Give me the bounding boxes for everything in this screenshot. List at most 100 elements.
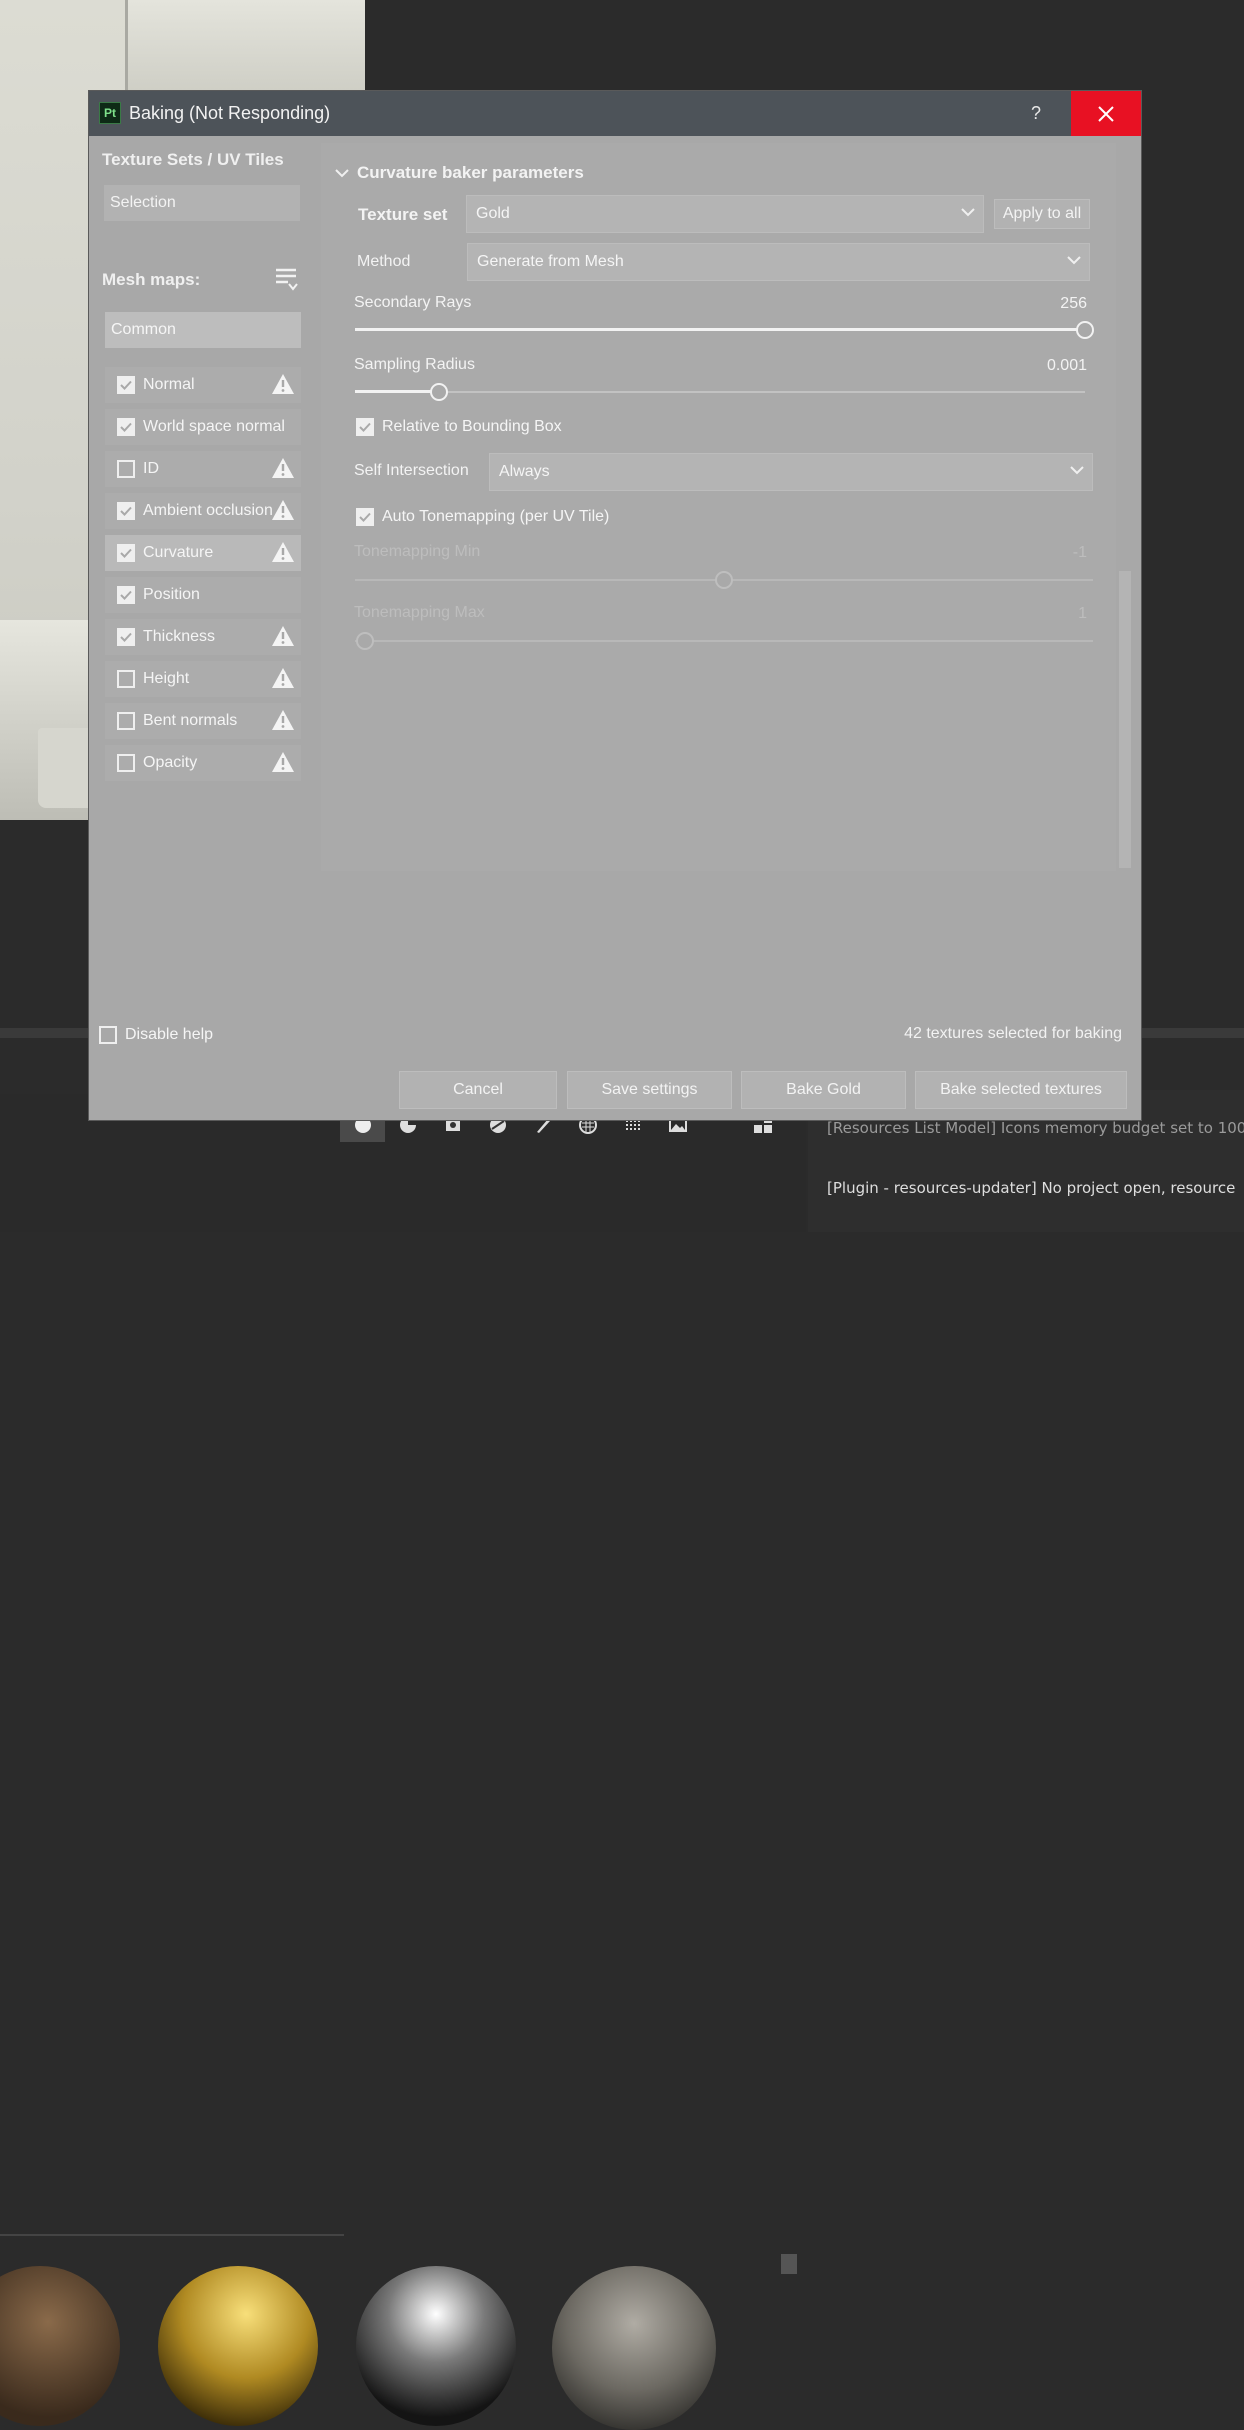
mesh-map-item[interactable]: Ambient occlusion — [105, 493, 301, 529]
help-button[interactable]: ? — [1001, 91, 1071, 136]
shelf-tab-line — [0, 2234, 344, 2236]
mesh-map-label: Height — [143, 670, 190, 687]
tonemapping-min-label: Tonemapping Min — [354, 543, 481, 560]
relative-bbox-row[interactable]: Relative to Bounding Box — [356, 418, 562, 436]
secondary-rays-slider-handle[interactable] — [1076, 321, 1094, 339]
curvature-params-header[interactable]: Curvature baker parameters — [335, 163, 584, 183]
secondary-rays-label: Secondary Rays — [354, 294, 472, 311]
mesh-map-checkbox[interactable] — [117, 460, 135, 478]
secondary-rays-slider-fill — [355, 328, 1085, 331]
parameters-panel: Curvature baker parameters Texture set G… — [321, 143, 1116, 871]
mesh-map-label: Bent normals — [143, 712, 238, 729]
mesh-map-item[interactable]: Curvature — [105, 535, 301, 571]
dialog-titlebar[interactable]: Pt Baking (Not Responding) ? — [89, 91, 1141, 136]
chevron-down-icon — [1067, 256, 1081, 265]
mesh-maps-heading: Mesh maps: — [102, 270, 201, 289]
material-preview-chrome[interactable] — [356, 2266, 516, 2426]
cancel-button[interactable]: Cancel — [399, 1071, 557, 1109]
mesh-map-label: Opacity — [143, 754, 198, 771]
log-line: [Resources List Model] Icons memory budg… — [827, 1119, 1244, 1137]
texture-set-label: Texture set — [358, 205, 448, 224]
warning-icon — [271, 373, 295, 399]
material-preview-stone[interactable] — [552, 2266, 716, 2430]
relative-bbox-label: Relative to Bounding Box — [382, 418, 562, 435]
warning-icon — [271, 709, 295, 735]
texture-sets-heading: Texture Sets / UV Tiles — [102, 150, 284, 169]
list-options-icon[interactable] — [274, 266, 300, 296]
close-button[interactable] — [1071, 91, 1141, 136]
material-preview-gold[interactable] — [158, 2266, 318, 2426]
disable-help-label: Disable help — [125, 1026, 214, 1043]
tonemapping-max-value: 1 — [1078, 605, 1087, 622]
mesh-map-item[interactable]: ID — [105, 451, 301, 487]
texture-set-value: Gold — [476, 205, 510, 222]
mesh-map-checkbox[interactable] — [117, 628, 135, 646]
tonemapping-max-slider-handle — [356, 632, 374, 650]
common-tab[interactable]: Common — [105, 312, 301, 348]
mesh-map-item[interactable]: World space normal — [105, 409, 301, 445]
self-intersection-label: Self Intersection — [354, 462, 469, 479]
selection-field[interactable]: Selection — [104, 185, 300, 221]
secondary-rays-value[interactable]: 256 — [981, 295, 1087, 313]
save-settings-button[interactable]: Save settings — [567, 1071, 732, 1109]
mesh-map-item[interactable]: Thickness — [105, 619, 301, 655]
warning-icon — [271, 457, 295, 483]
bake-selected-textures-button[interactable]: Bake selected textures — [915, 1071, 1127, 1109]
disable-help-checkbox[interactable] — [99, 1026, 117, 1044]
mesh-map-checkbox[interactable] — [117, 376, 135, 394]
self-intersection-value: Always — [499, 463, 550, 480]
material-preview-wood[interactable] — [0, 2266, 120, 2426]
painter-app-icon: Pt — [99, 102, 121, 124]
texture-set-dropdown[interactable]: Gold — [466, 195, 984, 233]
textures-selected-status: 42 textures selected for baking — [904, 1025, 1122, 1042]
chevron-down-icon — [335, 169, 349, 178]
curvature-params-title: Curvature baker parameters — [357, 163, 584, 182]
sampling-radius-slider-track[interactable] — [355, 391, 1085, 393]
warning-icon — [271, 625, 295, 651]
mesh-map-item[interactable]: Bent normals — [105, 703, 301, 739]
mesh-map-label: World space normal — [143, 418, 285, 435]
mesh-map-item[interactable]: Opacity — [105, 745, 301, 781]
parameters-scrollbar[interactable] — [1119, 571, 1131, 868]
warning-icon — [271, 499, 295, 525]
method-dropdown[interactable]: Generate from Mesh — [467, 243, 1090, 281]
warning-icon — [271, 541, 295, 567]
tonemapping-max-label: Tonemapping Max — [354, 604, 485, 621]
mesh-map-label: Ambient occlusion — [143, 502, 273, 519]
mesh-map-checkbox[interactable] — [117, 670, 135, 688]
mesh-map-checkbox[interactable] — [117, 586, 135, 604]
self-intersection-dropdown[interactable]: Always — [489, 453, 1093, 491]
apply-to-all-button[interactable]: Apply to all — [994, 199, 1090, 229]
mesh-map-item[interactable]: Height — [105, 661, 301, 697]
mesh-map-label: Thickness — [143, 628, 216, 645]
chevron-down-icon — [1070, 466, 1084, 475]
mesh-map-checkbox[interactable] — [117, 544, 135, 562]
close-icon — [1098, 105, 1114, 122]
mesh-map-checkbox[interactable] — [117, 502, 135, 520]
mesh-map-item[interactable]: Position — [105, 577, 301, 613]
disable-help-row[interactable]: Disable help — [99, 1026, 213, 1044]
shelf-scrollbar[interactable] — [781, 2254, 797, 2274]
3d-model-edge — [125, 0, 128, 90]
mesh-map-checkbox[interactable] — [117, 712, 135, 730]
warning-icon — [271, 667, 295, 693]
tonemapping-max-slider-track — [355, 640, 1093, 642]
baking-dialog: Pt Baking (Not Responding) ? Texture Set… — [89, 91, 1141, 1120]
mesh-map-label: Curvature — [143, 544, 214, 561]
mesh-map-item[interactable]: Normal — [105, 367, 301, 403]
method-label: Method — [357, 253, 411, 270]
sampling-radius-slider-handle[interactable] — [430, 383, 448, 401]
chevron-down-icon — [961, 208, 975, 217]
tonemapping-min-value: -1 — [1072, 544, 1087, 561]
sampling-radius-value[interactable]: 0.001 — [981, 357, 1087, 375]
mesh-map-label: Normal — [143, 376, 195, 393]
mesh-map-checkbox[interactable] — [117, 754, 135, 772]
3d-model-shelf — [38, 728, 90, 808]
sampling-radius-label: Sampling Radius — [354, 356, 475, 373]
auto-tonemapping-row[interactable]: Auto Tonemapping (per UV Tile) — [356, 508, 609, 526]
relative-bbox-checkbox[interactable] — [356, 418, 374, 436]
auto-tonemapping-checkbox[interactable] — [356, 508, 374, 526]
bake-gold-button[interactable]: Bake Gold — [741, 1071, 906, 1109]
mesh-map-checkbox[interactable] — [117, 418, 135, 436]
dialog-title: Baking (Not Responding) — [129, 103, 331, 123]
